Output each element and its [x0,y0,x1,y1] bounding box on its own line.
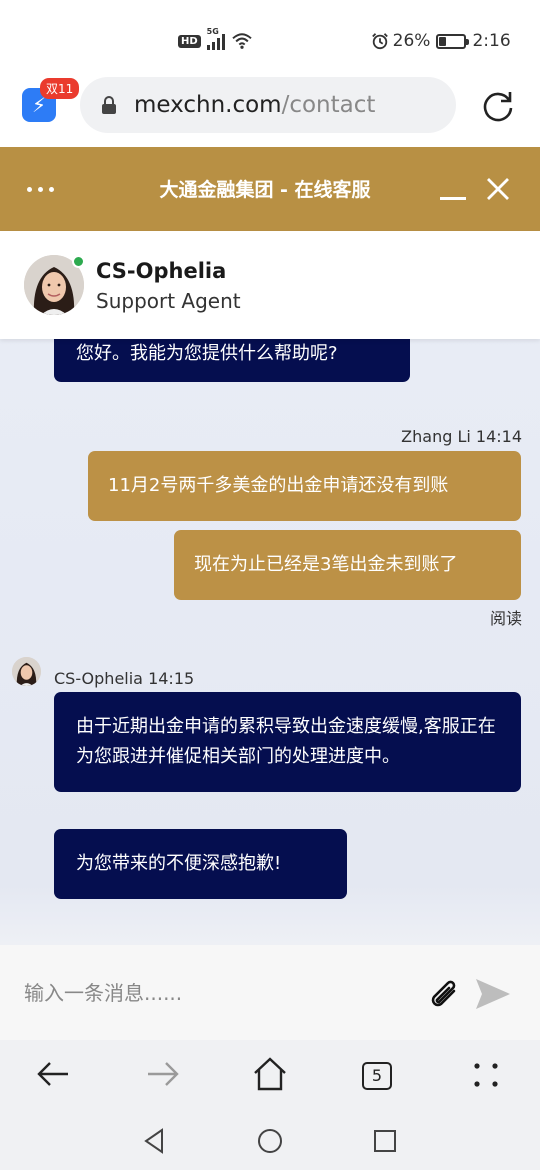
signal-icon: 5G [206,27,225,50]
lock-icon [102,96,116,114]
agent-card: CS-Ophelia Support Agent [0,231,540,339]
wifi-icon [232,33,252,49]
address-bar[interactable]: mexchn.com/contact [80,77,456,133]
menu-dots-icon[interactable] [466,1054,506,1094]
promo-badge: 双11 [40,78,80,99]
forward-arrow-icon[interactable] [142,1054,182,1094]
status-bar: HD 5G 26% 2:16 [0,0,540,78]
system-back-icon[interactable] [140,1126,170,1156]
send-icon[interactable] [474,977,512,1011]
reload-icon[interactable] [480,88,516,124]
online-status-dot [72,255,85,268]
message-meta: CS-Ophelia 14:15 [54,669,195,688]
back-arrow-icon[interactable] [34,1054,74,1094]
alarm-icon [371,33,388,50]
user-message: 11月2号两千多美金的出金申请还没有到账 [88,451,521,521]
close-icon[interactable] [486,177,510,201]
browser-toolbar: 5 [0,1040,540,1170]
tabs-button[interactable]: 5 [362,1062,392,1090]
agent-role: Support Agent [96,289,241,313]
paperclip-icon[interactable] [426,977,462,1013]
battery-percent: 26% [392,31,431,51]
system-recents-icon[interactable] [370,1126,400,1156]
system-home-icon[interactable] [255,1126,285,1156]
avatar [12,657,41,686]
chat-messages[interactable]: 您好。我能为您提供什么帮助呢? Zhang Li 14:14 11月2号两千多美… [0,339,540,945]
hd-indicator: HD [178,34,201,48]
message-input-bar [0,945,540,1040]
message-meta: Zhang Li 14:14 [401,427,522,446]
agent-message: 由于近期出金申请的累积导致出金速度缓慢,客服正在为您跟进并催促相关部门的处理进度… [54,692,521,792]
clock: 2:16 [472,31,511,51]
battery-icon [436,33,470,49]
home-icon[interactable] [250,1054,290,1094]
user-message: 现在为止已经是3笔出金未到账了 [174,530,521,600]
read-receipt: 阅读 [489,609,522,628]
url-text: mexchn.com/contact [134,92,376,118]
minimize-icon[interactable] [440,178,466,204]
agent-message: 您好。我能为您提供什么帮助呢? [54,339,410,382]
agent-message: 为您带来的不便深感抱歉! [54,829,347,899]
message-input[interactable] [24,975,404,1011]
agent-name: CS-Ophelia [96,259,227,283]
